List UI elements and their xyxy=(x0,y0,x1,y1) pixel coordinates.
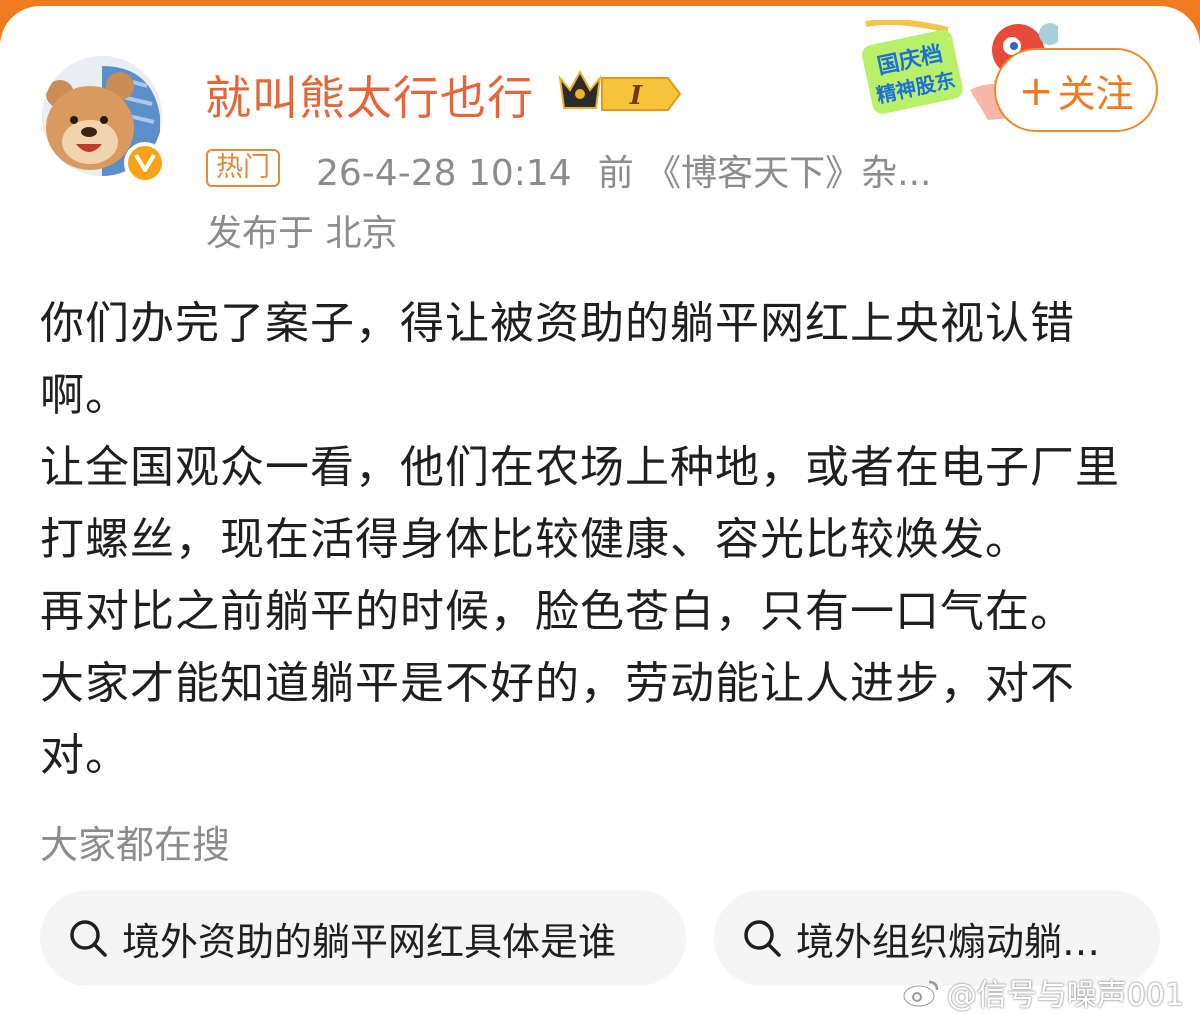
post-timestamp: 26-4-28 10:14 xyxy=(316,153,572,194)
username[interactable]: 就叫熊太行也行 xyxy=(205,62,534,128)
plus-icon: + xyxy=(1018,65,1054,115)
weibo-post-card: 就叫熊太行也行 I 热门 26-4-28 10:14 前 《博客天下》杂... 发… xyxy=(0,6,1200,1014)
post-paragraph: 再对比之前躺平的时候，脸色苍白，只有一口气在。 xyxy=(40,586,1075,637)
vip-badge[interactable]: I xyxy=(556,64,684,116)
search-icon xyxy=(70,920,107,957)
vip-level: I xyxy=(629,81,643,111)
post-paragraph: 让全国观众一看，他们在农场上种地，或者在电子厂里打螺丝，现在活得身体比较健康、容… xyxy=(40,442,1120,565)
weibo-logo-icon xyxy=(902,980,938,1008)
follow-button[interactable]: + 关注 xyxy=(994,48,1158,132)
watermark-text: @信号与噪声001 xyxy=(946,978,1184,1013)
hot-tag: 热门 xyxy=(206,149,280,187)
post-meta: 26-4-28 10:14 前 《博客天下》杂... xyxy=(316,144,931,196)
search-icon xyxy=(744,920,781,957)
search-suggestion-label: 境外资助的躺平网红具体是谁 xyxy=(122,919,617,964)
search-heading: 大家都在搜 xyxy=(40,823,231,867)
post-paragraph: 大家才能知道躺平是不好的，劳动能让人进步，对不对。 xyxy=(40,658,1075,781)
post-body: 你们办完了案子，得让被资助的躺平网红上央视认错啊。 让全国观众一看，他们在农场上… xyxy=(40,288,1160,792)
post-paragraph: 你们办完了案子，得让被资助的躺平网红上央视认错啊。 xyxy=(40,298,1075,421)
watermark: @信号与噪声001 xyxy=(901,970,1184,1014)
post-location: 发布于 北京 xyxy=(206,213,398,254)
post-source: 前 《博客天下》杂... xyxy=(597,153,932,194)
verified-badge xyxy=(124,142,166,184)
crown-icon xyxy=(558,69,602,109)
search-suggestion-label: 境外组织煽动躺… xyxy=(796,919,1101,964)
follow-label: 关注 xyxy=(1057,71,1134,116)
verified-v-icon xyxy=(134,153,156,172)
search-suggestion[interactable]: 境外资助的躺平网红具体是谁 xyxy=(40,890,686,986)
